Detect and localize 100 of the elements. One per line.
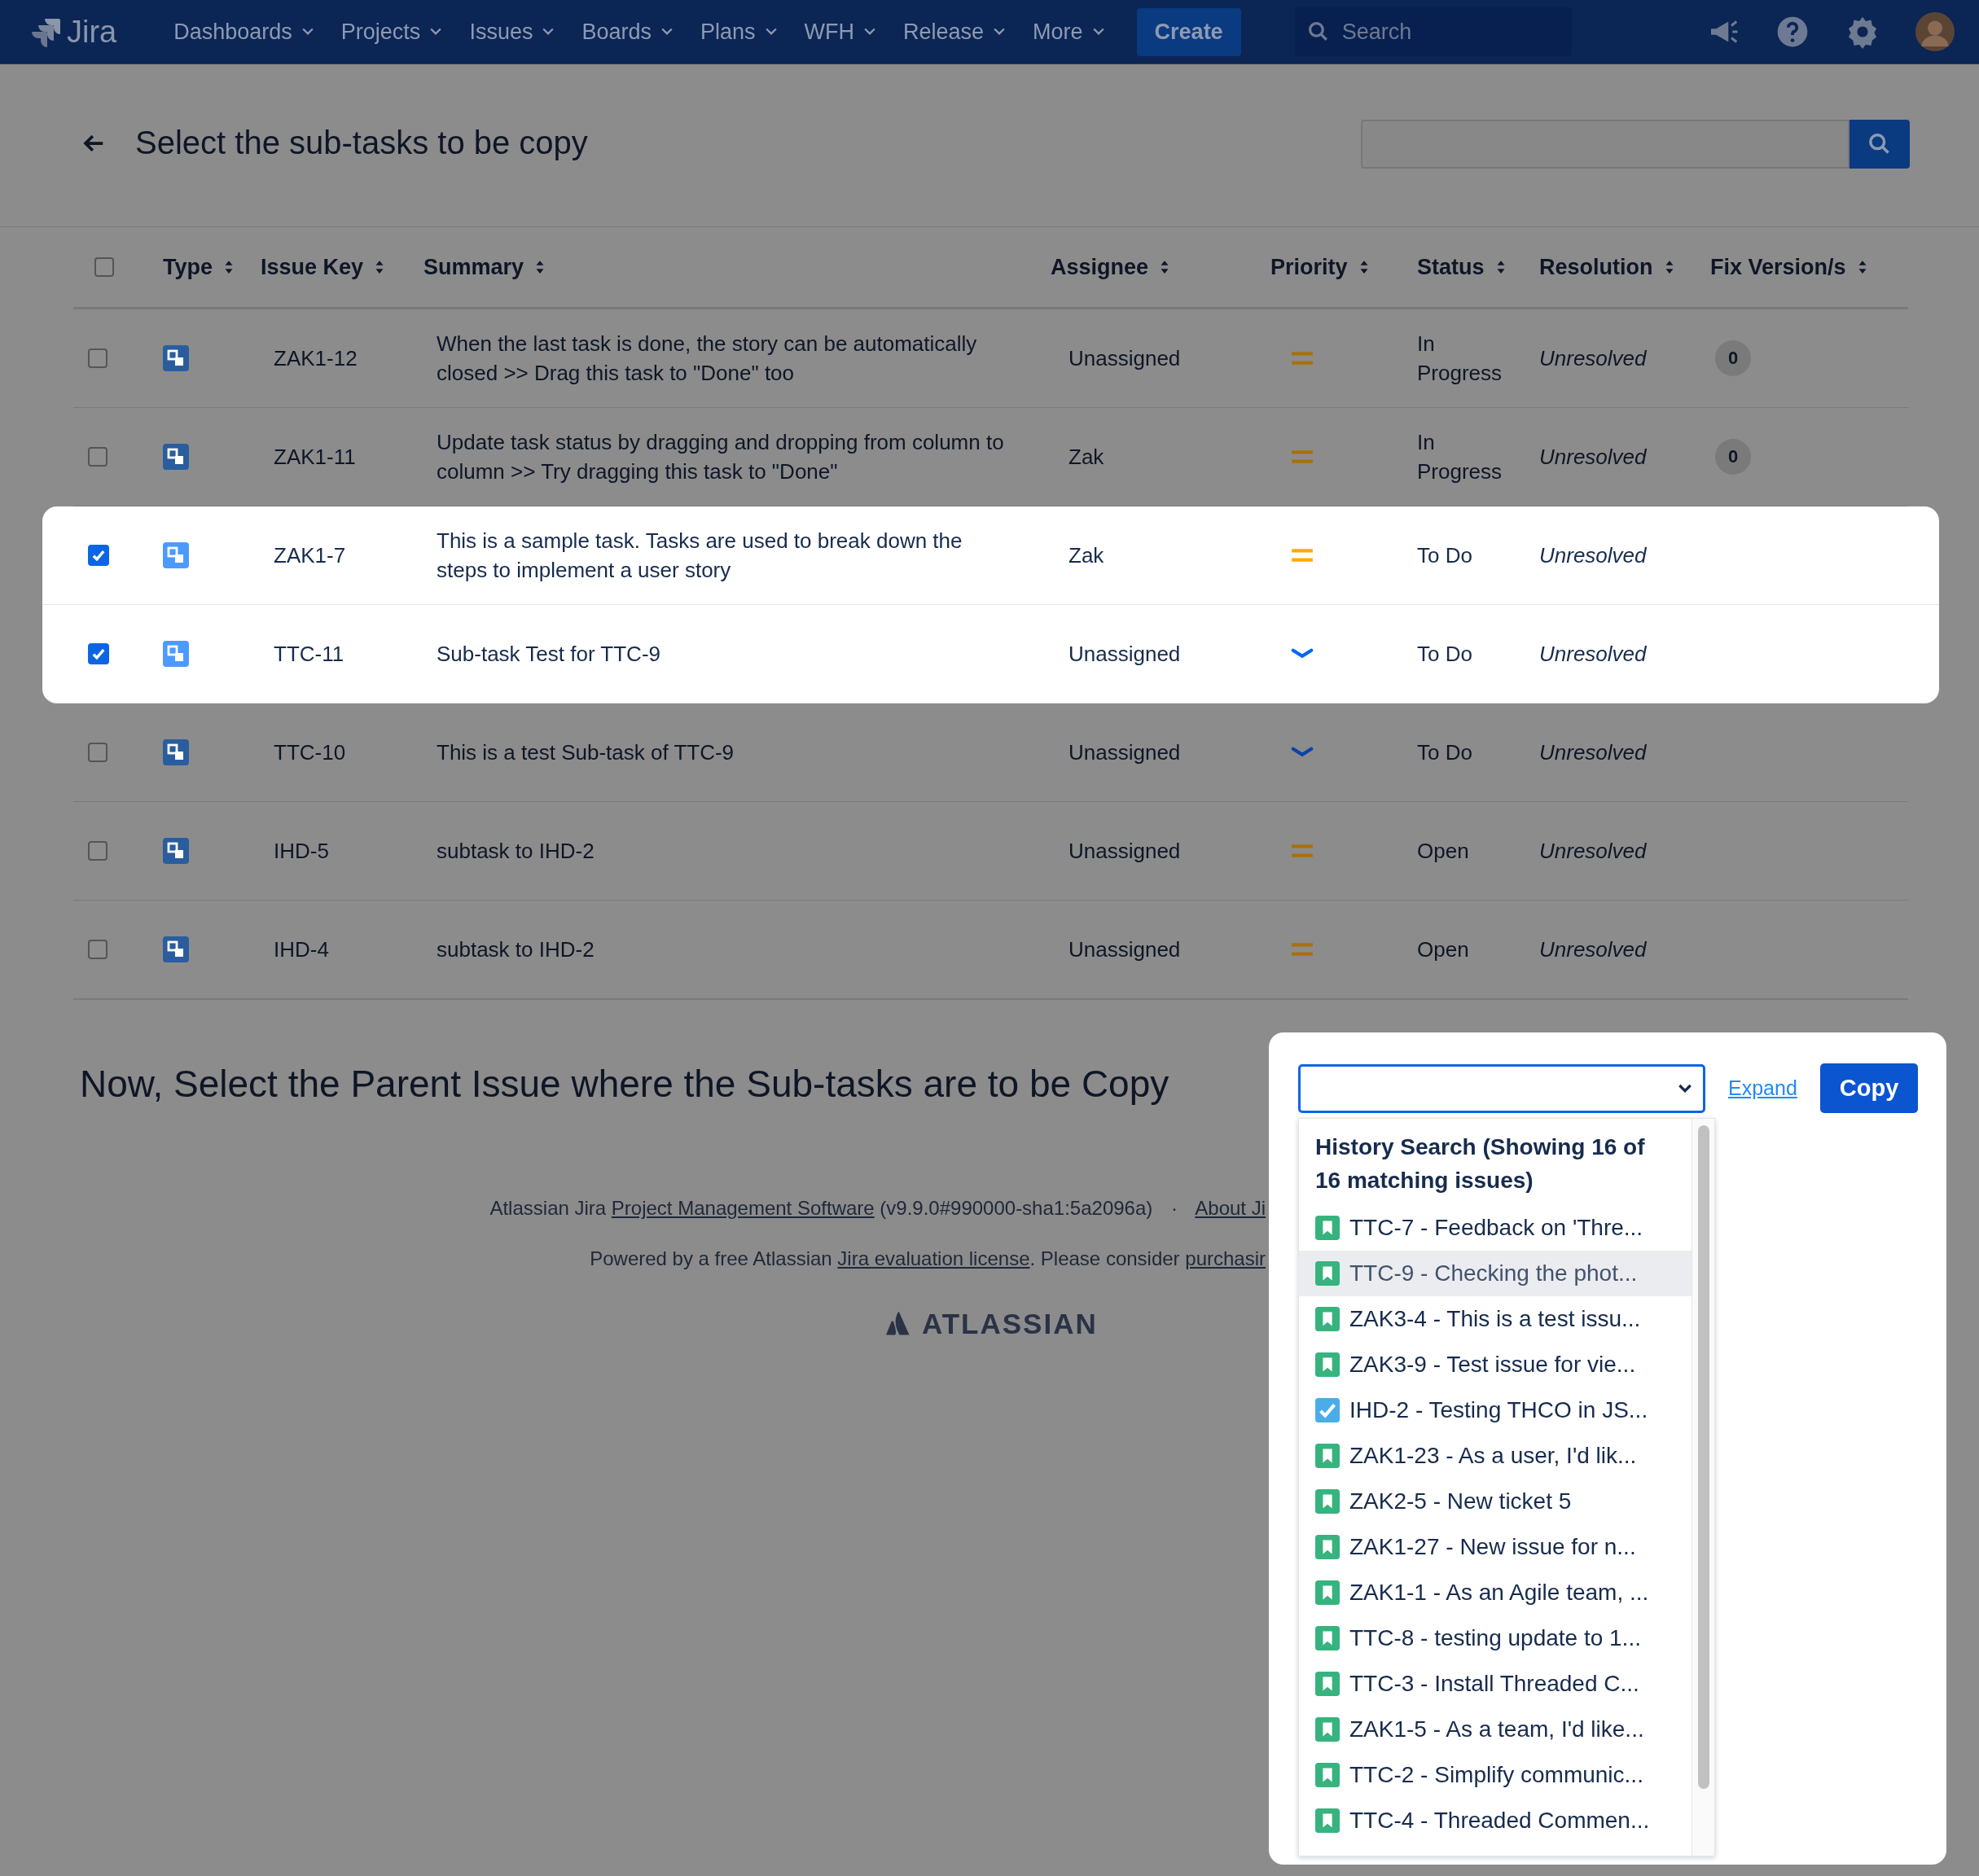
issue-key[interactable]: TTC-10 (274, 739, 346, 765)
column-header[interactable]: Assignee (1051, 254, 1170, 280)
sort-icon (1160, 260, 1170, 274)
subtask-icon (163, 542, 189, 568)
chevron-down-icon (430, 28, 442, 36)
row-checkbox[interactable] (88, 841, 108, 861)
column-header[interactable]: Resolution (1539, 254, 1674, 280)
dropdown-option[interactable]: TTC-4 - Threaded Commen... (1299, 1798, 1692, 1843)
issue-key[interactable]: IHD-4 (274, 936, 329, 962)
chevron-down-icon (1678, 1083, 1692, 1094)
fix-version-count: 0 (1715, 439, 1751, 475)
subtask-icon (163, 641, 189, 667)
dropdown-option[interactable]: IHD-2 - Testing THCO in JS... (1299, 1387, 1692, 1433)
chevron-down-icon (765, 28, 777, 36)
dropdown-option[interactable]: ZAK3-4 - This is a test issu... (1299, 1296, 1692, 1342)
sort-icon (1495, 260, 1506, 274)
sort-icon (1358, 260, 1369, 274)
issue-key[interactable]: ZAK1-12 (274, 345, 358, 371)
resolution: Unresolved (1539, 838, 1647, 864)
row-checkbox[interactable] (88, 643, 109, 664)
column-header[interactable]: Issue Key (261, 254, 385, 280)
dropdown-option[interactable]: ZAK1-23 - As a user, I'd lik... (1299, 1433, 1692, 1479)
avatar-icon[interactable] (1915, 12, 1955, 51)
issue-key[interactable]: TTC-11 (274, 641, 344, 667)
nav-menu-item[interactable]: Dashboards (162, 11, 325, 53)
nav-menu-item[interactable]: Plans (689, 11, 788, 53)
footer-link[interactable]: purchasir (1185, 1247, 1266, 1269)
subtask-icon (163, 936, 189, 962)
status: To Do (1417, 641, 1472, 668)
subtask-icon (163, 739, 189, 765)
sort-icon (1664, 260, 1674, 274)
status: In Progress (1417, 331, 1503, 387)
chevron-down-icon (661, 28, 673, 36)
resolution: Unresolved (1539, 739, 1647, 765)
assignee: Unassigned (1068, 345, 1181, 371)
footer-link[interactable]: Project Management Software (611, 1197, 875, 1219)
footer-text: Atlassian Jira Project Management Software (v9.9.0#990000-sha1:5a2096a) · About Ji (489, 1197, 1266, 1220)
row-checkbox[interactable] (88, 348, 108, 368)
issue-key[interactable]: ZAK1-7 (274, 542, 346, 568)
status: Open (1417, 838, 1469, 865)
nav-menu-item[interactable]: Issues (458, 11, 566, 53)
assignee: Zak (1068, 542, 1104, 568)
assignee: Unassigned (1068, 739, 1181, 765)
nav-menu-item[interactable]: WFH (792, 11, 887, 53)
row-checkbox[interactable] (88, 743, 108, 762)
expand-link[interactable]: Expand (1728, 1076, 1797, 1100)
dropdown-option[interactable]: TTC-2 - Simplify communic... (1299, 1752, 1692, 1798)
search-field[interactable]: Search (1294, 7, 1572, 56)
assignee: Unassigned (1068, 838, 1181, 864)
jira-logo-text[interactable]: Jira (67, 14, 117, 50)
resolution: Unresolved (1539, 641, 1647, 667)
column-header[interactable]: Status (1417, 254, 1506, 280)
sort-icon (1857, 260, 1867, 274)
dropdown-option[interactable]: ZAK2-5 - New ticket 5 (1299, 1479, 1692, 1524)
issue-summary: subtask to IHD-2 (437, 838, 595, 865)
resolution: Unresolved (1539, 542, 1647, 568)
column-header[interactable]: Fix Version/s (1710, 254, 1867, 280)
chevron-down-icon (301, 28, 314, 36)
footer-link[interactable]: About Ji (1195, 1197, 1266, 1219)
dropdown-option[interactable]: ZAK1-27 - New issue for n... (1299, 1524, 1692, 1570)
issue-key[interactable]: ZAK1-11 (274, 444, 356, 470)
parent-issue-select[interactable] (1298, 1063, 1705, 1113)
select-all-checkbox[interactable] (94, 257, 114, 277)
dropdown-header: History Search (Showing 16 of 16 matching issues) (1314, 1133, 1646, 1194)
subtask-icon (163, 345, 189, 371)
atlassian-wordmark: ATLASSIAN (922, 1308, 1098, 1340)
row-checkbox[interactable] (88, 447, 108, 467)
sort-icon (375, 260, 385, 274)
assignee: Unassigned (1068, 641, 1181, 667)
dropdown-option[interactable]: ZAK1-5 - As a team, I'd like... (1299, 1707, 1692, 1752)
create-button[interactable]: Create (1136, 7, 1241, 56)
nav-menu-item[interactable]: More (1021, 11, 1116, 53)
nav-menu-item[interactable]: Boards (570, 11, 684, 53)
row-checkbox[interactable] (88, 940, 108, 959)
section-heading: Now, Select the Parent Issue where the Sub-tasks are to be Copy (80, 1062, 1170, 1106)
dropdown-option[interactable]: TTC-9 - Checking the phot... (1299, 1251, 1692, 1296)
column-header[interactable]: Type (163, 254, 234, 280)
scrollbar-thumb[interactable] (1697, 1125, 1709, 1789)
filter-field[interactable] (1361, 120, 1850, 169)
issue-key[interactable]: IHD-5 (274, 838, 329, 864)
footer-link[interactable]: Jira evaluation license (837, 1247, 1030, 1269)
issue-summary: This is a test Sub-task of TTC-9 (437, 739, 735, 766)
search-icon (1307, 21, 1329, 42)
dropdown-option[interactable]: TTC-8 - testing update to 1... (1299, 1615, 1692, 1661)
search-button[interactable] (1850, 120, 1910, 169)
dropdown-option[interactable]: TTC-3 - Install Threaded C... (1299, 1661, 1692, 1707)
status: In Progress (1417, 429, 1503, 485)
nav-menu-item[interactable]: Release (892, 11, 1017, 53)
issue-summary: This is a sample task. Tasks are used to break down the steps to implement a user story (437, 528, 963, 584)
status: To Do (1417, 542, 1472, 569)
column-header[interactable]: Summary (423, 254, 546, 280)
dropdown-option[interactable]: ZAK1-1 - As an Agile team, ... (1299, 1570, 1692, 1615)
help-icon[interactable] (1775, 15, 1810, 49)
issue-summary: Update task status by dragging and dropping from column to column >> Try dragging this task to "Done" (437, 429, 1005, 485)
copy-button[interactable]: Copy (1819, 1063, 1919, 1113)
dropdown-option[interactable]: ZAK3-9 - Test issue for vie... (1299, 1342, 1692, 1387)
dropdown-option[interactable]: TTC-7 - Feedback on 'Thre... (1299, 1205, 1692, 1251)
column-header[interactable]: Priority (1270, 254, 1369, 280)
nav-menu-item[interactable]: Projects (329, 11, 454, 53)
row-checkbox[interactable] (88, 545, 109, 566)
